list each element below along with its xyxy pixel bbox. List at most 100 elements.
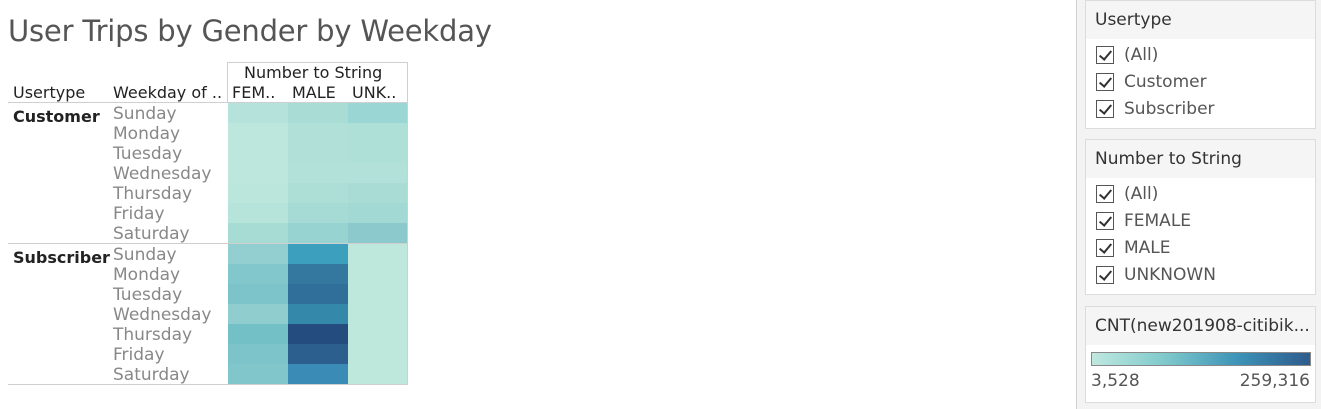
filter-title: Number to String [1086, 140, 1315, 178]
filter-option-label: Customer [1124, 72, 1207, 92]
column-header-0[interactable]: FEM.. [232, 83, 275, 103]
heatmap-cell[interactable] [348, 143, 408, 163]
row-header-weekday: Weekday of .. [113, 83, 223, 102]
weekday-label: Tuesday [113, 285, 183, 305]
heatmap-cell[interactable] [228, 324, 288, 344]
weekday-label: Thursday [113, 184, 193, 204]
heatmap-cell[interactable] [348, 223, 408, 243]
heatmap-cell[interactable] [288, 143, 348, 163]
weekday-label: Friday [113, 204, 165, 224]
usertype-label: Customer [13, 107, 100, 126]
heatmap-cell[interactable] [228, 183, 288, 203]
filter-option-label: FEMALE [1124, 211, 1192, 231]
filter-title: Usertype [1086, 1, 1315, 39]
heatmap-cell[interactable] [348, 183, 408, 203]
filter-option[interactable]: (All) [1086, 42, 1315, 69]
heatmap-cell[interactable] [348, 163, 408, 183]
heatmap-cell[interactable] [288, 364, 348, 384]
row-header-usertype: Usertype [13, 83, 86, 102]
heatmap-cell[interactable] [228, 264, 288, 284]
weekday-label: Friday [113, 345, 165, 365]
filter-option-label: MALE [1124, 238, 1171, 258]
checkbox-checked-icon[interactable] [1096, 266, 1114, 284]
filter-option-label: (All) [1124, 184, 1159, 204]
filter-panel: Usertype (All) Customer Subscriber Number to… [1076, 0, 1321, 409]
color-legend-card: CNT(new201908-citibik... 3,528 259,316 [1085, 306, 1316, 403]
heatmap-cell[interactable] [348, 304, 408, 324]
weekday-label: Tuesday [113, 144, 183, 164]
heatmap-cell[interactable] [288, 324, 348, 344]
heatmap-cell[interactable] [348, 344, 408, 364]
heatmap-cell[interactable] [228, 203, 288, 223]
heatmap-cell[interactable] [228, 163, 288, 183]
heatmap-cell[interactable] [228, 304, 288, 324]
heatmap-cell[interactable] [288, 304, 348, 324]
heatmap-cell[interactable] [348, 244, 408, 264]
filter-option[interactable]: Subscriber [1086, 96, 1315, 123]
checkbox-checked-icon[interactable] [1096, 239, 1114, 257]
heatmap-cell[interactable] [228, 284, 288, 304]
weekday-label: Saturday [113, 224, 190, 244]
filter-option[interactable]: FEMALE [1086, 208, 1315, 235]
heatmap-cell[interactable] [288, 123, 348, 143]
heatmap-cell[interactable] [228, 364, 288, 384]
filter-option-label: UNKNOWN [1124, 265, 1216, 285]
heatmap-cell[interactable] [228, 344, 288, 364]
heatmap-cell[interactable] [288, 284, 348, 304]
weekday-label: Sunday [113, 104, 177, 124]
weekday-label: Saturday [113, 365, 190, 385]
column-group-right-line [407, 62, 408, 103]
usertype-label: Subscriber [13, 248, 110, 267]
filter-option[interactable]: (All) [1086, 181, 1315, 208]
filter-option-label: Subscriber [1124, 99, 1215, 119]
heatmap-cell[interactable] [288, 183, 348, 203]
filter-option[interactable]: MALE [1086, 235, 1315, 262]
legend-title: CNT(new201908-citibik... [1086, 307, 1315, 345]
column-header-1[interactable]: MALE [292, 83, 336, 103]
filter-option[interactable]: UNKNOWN [1086, 262, 1315, 289]
heatmap-cell[interactable] [288, 163, 348, 183]
filter-option[interactable]: Customer [1086, 69, 1315, 96]
column-group-header: Number to String [244, 63, 383, 82]
heatmap-cell[interactable] [348, 103, 408, 123]
checkbox-checked-icon[interactable] [1096, 185, 1114, 203]
heatmap-cell[interactable] [348, 264, 408, 284]
weekday-label: Thursday [113, 325, 193, 345]
heatmap-cell[interactable] [228, 223, 288, 243]
heatmap-cell[interactable] [228, 244, 288, 264]
weekday-label: Wednesday [113, 305, 212, 325]
heatmap-cell[interactable] [288, 223, 348, 243]
page-title: User Trips by Gender by Weekday [8, 14, 492, 48]
checkbox-checked-icon[interactable] [1096, 73, 1114, 91]
weekday-label: Sunday [113, 245, 177, 265]
heatmap-cell[interactable] [288, 103, 348, 123]
heatmap-cell[interactable] [288, 203, 348, 223]
heatmap-cell[interactable] [348, 123, 408, 143]
table-right-line [407, 102, 408, 384]
heatmap-cell[interactable] [288, 244, 348, 264]
column-header-2[interactable]: UNK.. [352, 83, 396, 103]
gender-filter-card: Number to String (All) FEMALE MALE UNKNOWN [1085, 139, 1316, 295]
heatmap-cell[interactable] [348, 203, 408, 223]
heatmap-cell[interactable] [228, 123, 288, 143]
group-bottom-line [8, 384, 408, 385]
heatmap-cell[interactable] [348, 324, 408, 344]
heatmap-cell[interactable] [228, 103, 288, 123]
weekday-label: Wednesday [113, 164, 212, 184]
heatmap-cell[interactable] [288, 264, 348, 284]
heatmap-cell[interactable] [288, 344, 348, 364]
color-legend-bar [1091, 352, 1311, 366]
checkbox-checked-icon[interactable] [1096, 212, 1114, 230]
legend-max: 259,316 [1239, 371, 1310, 391]
checkbox-checked-icon[interactable] [1096, 46, 1114, 64]
heatmap-cell[interactable] [348, 364, 408, 384]
heatmap-cell[interactable] [348, 284, 408, 304]
usertype-filter-card: Usertype (All) Customer Subscriber [1085, 0, 1316, 129]
checkbox-checked-icon[interactable] [1096, 100, 1114, 118]
filter-option-label: (All) [1124, 45, 1159, 65]
column-group-top-line [228, 62, 408, 63]
weekday-label: Monday [113, 265, 181, 285]
heatmap-cell[interactable] [228, 143, 288, 163]
weekday-label: Monday [113, 124, 181, 144]
legend-min: 3,528 [1091, 371, 1140, 391]
